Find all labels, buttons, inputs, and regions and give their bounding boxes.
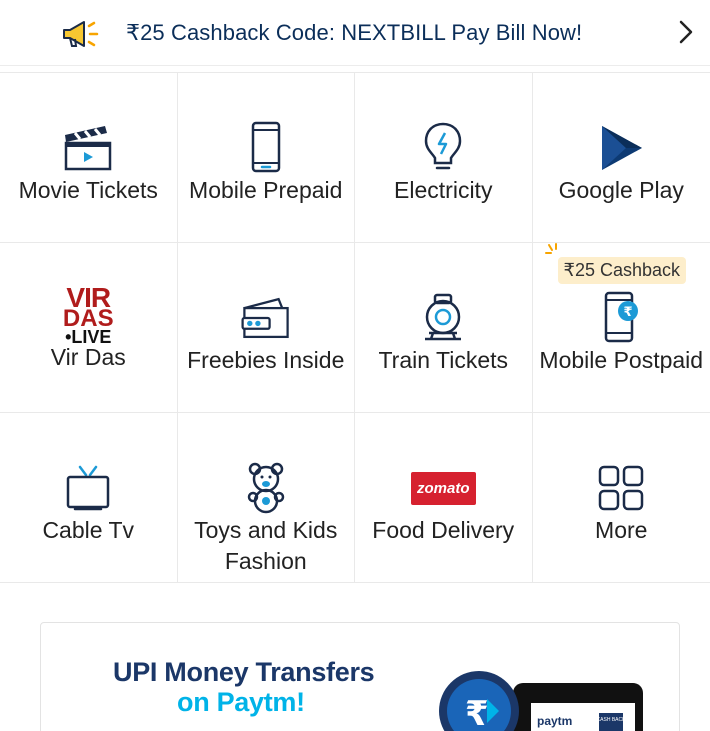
service-label: Vir Das (50, 344, 126, 370)
banner-title: UPI Money Transfers (113, 657, 375, 687)
service-label: Electricity (394, 177, 493, 203)
tv-icon (61, 461, 115, 515)
service-label: Cable Tv (42, 517, 135, 543)
service-freebies-inside[interactable]: Freebies Inside (177, 243, 355, 413)
services-grid: Movie Tickets Mobile Prepaid Electricity (0, 72, 710, 583)
service-label: Mobile Postpaid (539, 347, 704, 373)
svg-text:₹: ₹ (624, 305, 633, 320)
service-label: Freebies Inside (187, 347, 345, 373)
service-label: Google Play (558, 177, 684, 203)
train-icon (416, 291, 470, 345)
upi-promo-banner[interactable]: UPI Money Transfers on Paytm! paytm CASH… (40, 622, 680, 731)
vir-das-live-logo: VIR DAS •LIVE (62, 282, 114, 347)
clapperboard-icon (61, 121, 115, 175)
svg-text:₹: ₹ (465, 694, 489, 731)
service-label: Toys and Kids Fashion (194, 517, 338, 574)
service-train-tickets[interactable]: Train Tickets (355, 243, 533, 413)
zomato-logo: zomato (408, 461, 478, 515)
promo-banner[interactable]: ₹25 Cashback Code: NEXTBILL Pay Bill Now… (0, 0, 710, 66)
smartphone-icon (239, 121, 293, 175)
chevron-right-icon[interactable] (676, 17, 696, 47)
promo-text: ₹25 Cashback Code: NEXTBILL Pay Bill Now… (126, 19, 583, 45)
service-label: Mobile Prepaid (189, 177, 343, 203)
banner-art-tag: CASH BACK (597, 717, 627, 723)
service-mobile-postpaid[interactable]: ₹25 Cashback ₹ Mobile Postpaid (532, 243, 710, 413)
service-vir-das[interactable]: VIR DAS •LIVE Vir Das (0, 243, 178, 413)
service-mobile-prepaid[interactable]: Mobile Prepaid (177, 73, 355, 243)
cashback-badge: ₹25 Cashback (557, 257, 687, 284)
service-label: Food Delivery (372, 517, 515, 543)
service-food-delivery[interactable]: zomato Food Delivery (355, 413, 533, 583)
service-label: More (595, 517, 648, 543)
megaphone-icon (63, 20, 99, 47)
wallet-icon (239, 291, 293, 345)
upi-transfer-art: paytm CASH BACK ₹ (439, 671, 643, 731)
service-label: Train Tickets (378, 347, 508, 373)
bulb-icon (416, 121, 470, 175)
banner-art-text: paytm (537, 714, 572, 728)
service-movie-tickets[interactable]: Movie Tickets (0, 73, 178, 243)
service-google-play[interactable]: Google Play (532, 73, 710, 243)
teddy-bear-icon (239, 461, 293, 515)
service-label: Movie Tickets (18, 177, 158, 203)
grid-icon (594, 461, 648, 515)
service-toys-kids-fashion[interactable]: Toys and Kids Fashion (177, 413, 355, 583)
service-electricity[interactable]: Electricity (355, 73, 533, 243)
banner-subtitle: on Paytm! (177, 687, 305, 717)
google-play-icon (594, 121, 648, 175)
service-more[interactable]: More (532, 413, 710, 583)
phone-rupee-icon: ₹ (594, 291, 648, 345)
service-cable-tv[interactable]: Cable Tv (0, 413, 178, 583)
